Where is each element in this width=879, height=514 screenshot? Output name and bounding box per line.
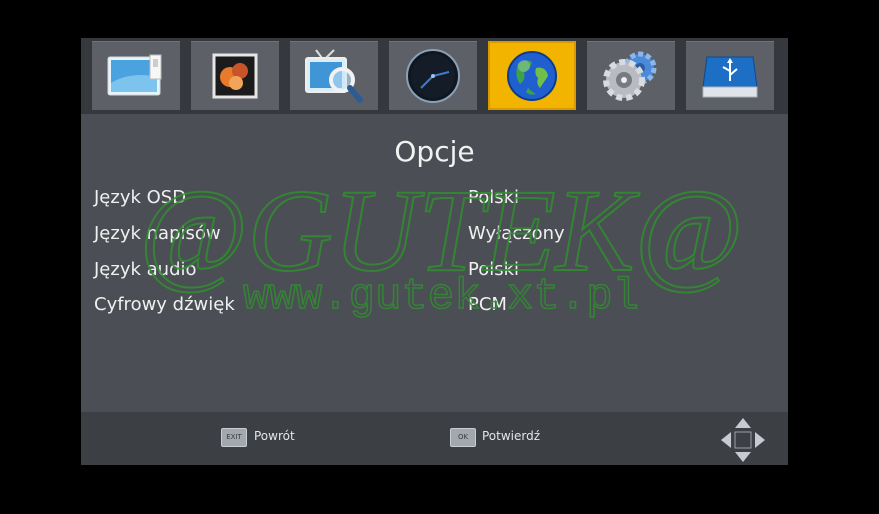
tab-display[interactable] bbox=[92, 41, 180, 110]
tab-usb[interactable] bbox=[686, 41, 774, 110]
tv-search-icon bbox=[305, 48, 363, 103]
page-title: Opcje bbox=[394, 135, 475, 168]
setting-label-osd-language: Język OSD bbox=[94, 187, 187, 208]
setting-label-audio-language: Język audio bbox=[94, 259, 197, 280]
usb-drive-icon bbox=[702, 56, 758, 97]
tab-time[interactable] bbox=[389, 41, 477, 110]
globe-icon bbox=[507, 50, 557, 101]
tab-options[interactable] bbox=[488, 41, 576, 110]
setting-value-osd-language[interactable]: Polski bbox=[468, 187, 519, 208]
setting-value-subtitle-language[interactable]: Wyłączony bbox=[468, 223, 565, 244]
photo-icon bbox=[212, 53, 258, 98]
tab-bar bbox=[81, 38, 788, 114]
back-hint-label: Powrót bbox=[254, 429, 295, 443]
dpad-arrows-icon bbox=[721, 418, 765, 462]
exit-key-icon: EXIT bbox=[221, 428, 247, 447]
tab-channel-search[interactable] bbox=[290, 41, 378, 110]
setting-value-digital-audio[interactable]: PCM bbox=[468, 294, 507, 315]
monitor-icon bbox=[107, 54, 162, 95]
clock-icon bbox=[406, 48, 460, 103]
setting-label-digital-audio: Cyfrowy dźwięk bbox=[94, 294, 235, 315]
setting-value-audio-language[interactable]: Polski bbox=[468, 259, 519, 280]
tab-settings[interactable] bbox=[587, 41, 675, 110]
menu-screen: Opcje Język OSD Polski Język napisów Wył… bbox=[81, 38, 788, 465]
ok-key-icon: OK bbox=[450, 428, 476, 447]
footer-bar: EXIT Powrót OK Potwierdź bbox=[81, 412, 788, 465]
settings-gears-icon bbox=[603, 51, 657, 101]
setting-label-subtitle-language: Język napisów bbox=[94, 223, 221, 244]
confirm-hint-label: Potwierdź bbox=[482, 429, 541, 443]
tab-media[interactable] bbox=[191, 41, 279, 110]
